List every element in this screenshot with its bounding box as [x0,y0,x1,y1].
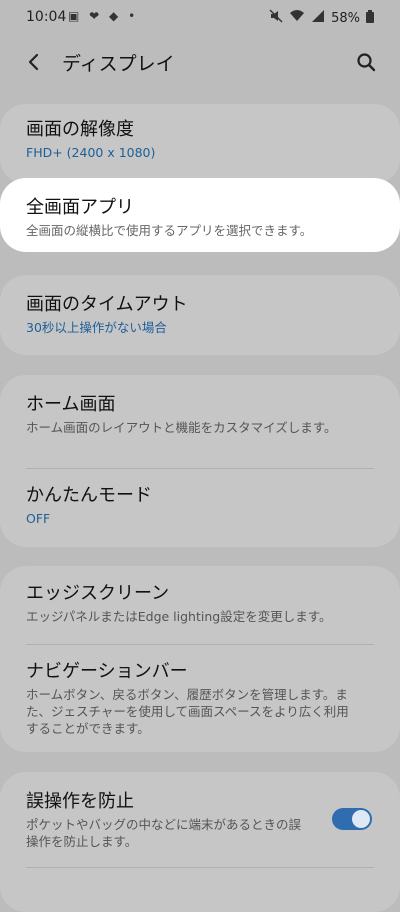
wifi-icon [289,9,305,27]
fullscreen-apps-desc: 全画面の縦横比で使用するアプリを選択できます。 [26,223,313,238]
accidental-touch-desc: ポケットやバッグの中などに端末があるときの誤操作を防止します。 [26,817,302,849]
timeout-title: 画面のタイムアウト [26,294,188,315]
fullscreen-apps-title: 全画面アプリ [26,197,134,218]
card-accidental: 誤操作を防止 ポケットやバッグの中などに端末があるときの誤操作を防止します。 [0,772,400,912]
divider [26,867,374,868]
navigation-bar-desc: ホームボタン、戻るボタン、履歴ボタンを管理します。また、ジェスチャーを使用して画… [26,687,349,736]
back-arrow-icon [28,53,39,71]
card-resolution: 画面の解像度 FHD+ (2400 x 1080) [0,104,400,184]
fullscreen-apps-item[interactable]: 全画面アプリ 全画面の縦横比で使用するアプリを選択できます。 [0,178,400,239]
easy-mode-item[interactable]: かんたんモード OFF [0,468,400,527]
edge-screen-item[interactable]: エッジスクリーン エッジパネルまたはEdge lighting設定を変更します。 [0,566,400,644]
page-title: ディスプレイ [62,53,175,75]
card-timeout: 画面のタイムアウト 30秒以上操作がない場合 [0,275,400,355]
edge-screen-title: エッジスクリーン [26,583,170,604]
mute-icon [269,9,283,27]
home-screen-title: ホーム画面 [26,394,116,415]
status-right: 58% [269,9,374,27]
app-bar: ディスプレイ [0,36,400,86]
home-screen-desc: ホーム画面のレイアウトと機能をカスタマイズします。 [26,420,337,435]
toggle-knob [352,810,370,828]
accidental-touch-toggle[interactable] [332,808,372,830]
back-button[interactable] [18,46,50,78]
resolution-title: 画面の解像度 [26,119,134,140]
accidental-touch-title: 誤操作を防止 [26,791,134,812]
navigation-bar-item[interactable]: ナビゲーションバー ホームボタン、戻るボタン、履歴ボタンを管理します。また、ジェ… [0,644,400,737]
card-edge-nav: エッジスクリーン エッジパネルまたはEdge lighting設定を変更します。… [0,566,400,752]
notification-icons: ▣ ❤ ◆ • [68,9,139,23]
navigation-bar-title: ナビゲーションバー [26,661,188,682]
status-time: 10:04 [26,9,67,25]
easy-mode-value: OFF [26,511,51,526]
search-icon [357,53,376,72]
edge-screen-desc: エッジパネルまたはEdge lighting設定を変更します。 [26,609,332,624]
search-button[interactable] [350,46,382,78]
easy-mode-title: かんたんモード [26,485,152,506]
card-home: ホーム画面 ホーム画面のレイアウトと機能をカスタマイズします。 かんたんモード … [0,375,400,547]
card-fullscreen-apps: 全画面アプリ 全画面の縦横比で使用するアプリを選択できます。 [0,178,400,252]
resolution-item[interactable]: 画面の解像度 FHD+ (2400 x 1080) [0,104,400,161]
signal-icon [311,9,325,27]
status-bar: 10:04 ▣ ❤ ◆ • 58% [0,0,400,36]
timeout-value: 30秒以上操作がない場合 [26,320,167,335]
battery-percent: 58% [331,10,360,26]
home-screen-item[interactable]: ホーム画面 ホーム画面のレイアウトと機能をカスタマイズします。 [0,375,400,468]
battery-icon [366,9,374,27]
resolution-value: FHD+ (2400 x 1080) [26,145,156,160]
timeout-item[interactable]: 画面のタイムアウト 30秒以上操作がない場合 [0,275,400,336]
